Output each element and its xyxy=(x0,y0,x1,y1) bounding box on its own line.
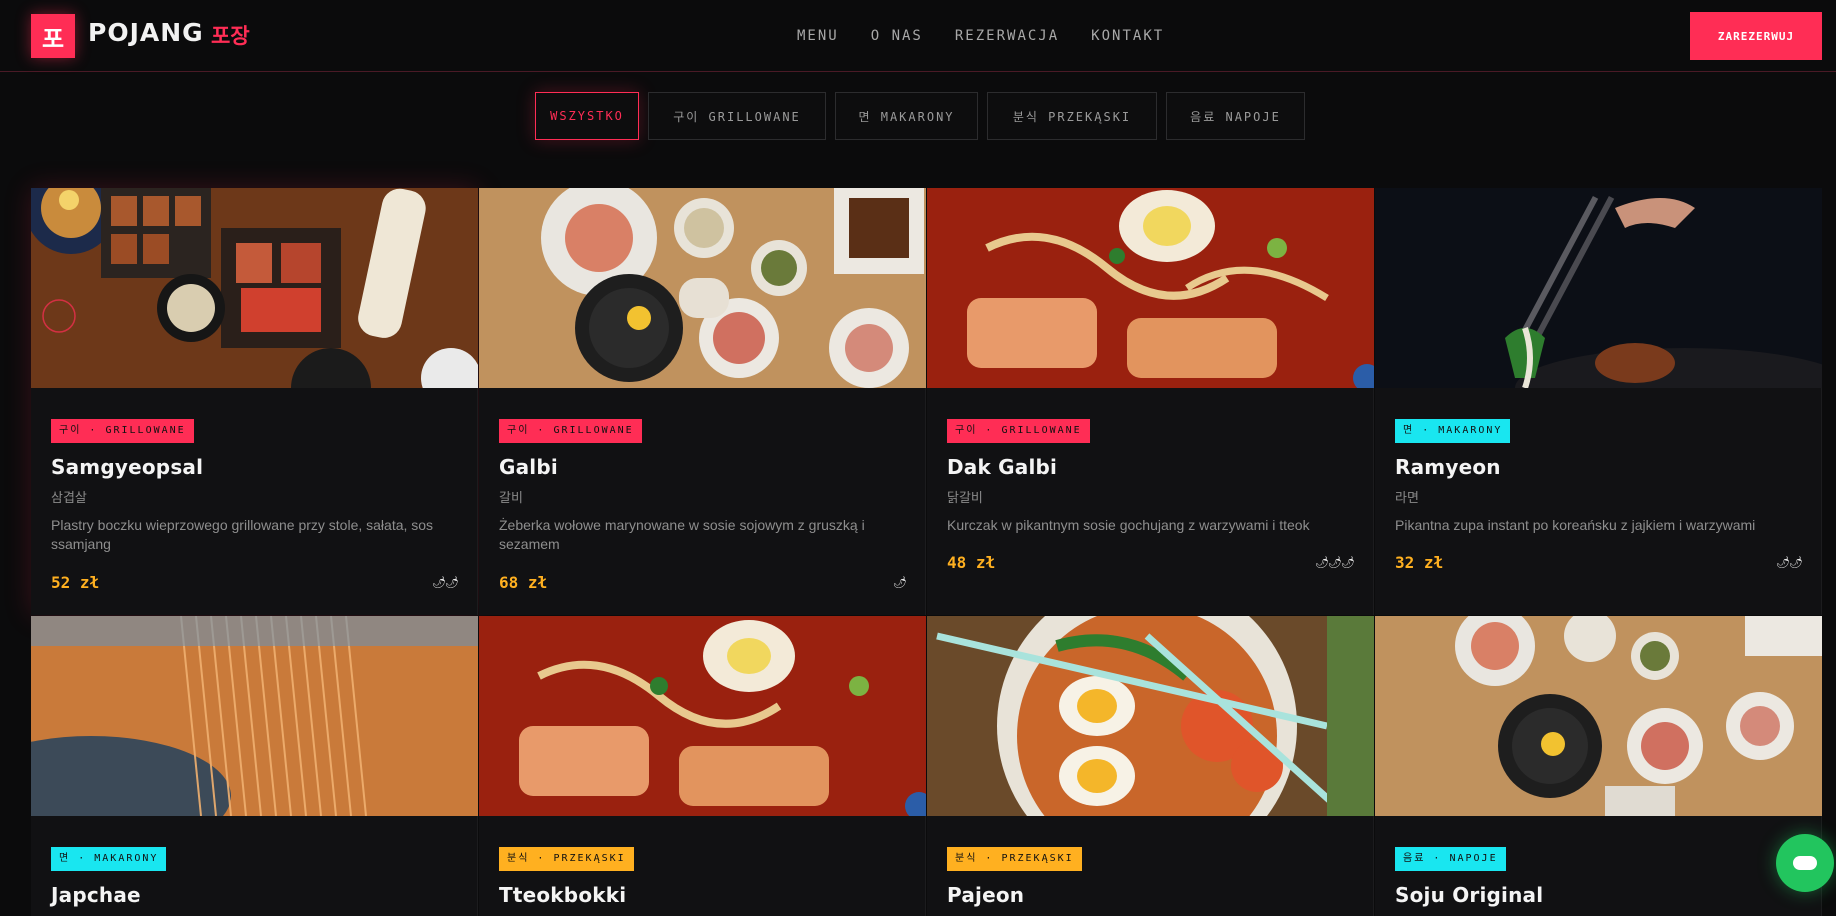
menu-card[interactable]: 구이 · GRILLOWANE Galbi 갈비 Żeberka wołowe … xyxy=(479,188,926,615)
category-tag: 분식 · PRZEKĄSKI xyxy=(947,847,1082,871)
dish-image xyxy=(31,188,478,388)
chat-icon xyxy=(1793,856,1817,870)
category-tag: 구이 · GRILLOWANE xyxy=(947,419,1090,443)
dish-image xyxy=(927,188,1374,388)
dish-name: Japchae xyxy=(51,883,141,907)
menu-card[interactable]: 면 · MAKARONY Ramyeon 라면 Pikantna zupa in… xyxy=(1375,188,1822,615)
dish-name: Soju Original xyxy=(1395,883,1544,907)
filter-noodles[interactable]: 면 MAKARONY xyxy=(835,92,978,140)
site-header: 포 POJANG 포장 MENU O NAS REZERWACJA KONTAK… xyxy=(0,0,1836,72)
filter-snacks[interactable]: 분식 PRZEKĄSKI xyxy=(987,92,1157,140)
dish-image xyxy=(1375,616,1822,816)
nav-menu[interactable]: MENU xyxy=(797,28,839,44)
filter-grill[interactable]: 구이 GRILLOWANE xyxy=(648,92,826,140)
dish-name-korean: 라면 xyxy=(1395,491,1419,506)
category-tag: 분식 · PRZEKĄSKI xyxy=(499,847,634,871)
category-filters: WSZYSTKO 구이 GRILLOWANE 면 MAKARONY 분식 PRZ… xyxy=(535,92,1305,140)
dish-price: 52 zł xyxy=(51,573,100,592)
dish-image xyxy=(479,616,926,816)
dish-price: 68 zł xyxy=(499,573,548,592)
dish-image xyxy=(479,188,926,388)
menu-card[interactable]: 구이 · GRILLOWANE Samgyeopsal 삼겹살 Plastry … xyxy=(31,188,478,615)
dish-name: Samgyeopsal xyxy=(51,455,204,479)
nav-contact[interactable]: KONTAKT xyxy=(1091,28,1164,44)
category-tag: 면 · MAKARONY xyxy=(51,847,167,871)
dish-price: 32 zł xyxy=(1395,553,1444,572)
menu-card[interactable]: 면 · MAKARONY Japchae xyxy=(31,616,478,916)
dish-name: Ramyeon xyxy=(1395,455,1501,479)
spice-level-icon: 🌶🌶 xyxy=(432,576,459,589)
dish-name: Galbi xyxy=(499,455,558,479)
dish-price: 48 zł xyxy=(947,553,996,572)
dish-description: Żeberka wołowe marynowane w sosie sojowy… xyxy=(499,517,865,552)
main-nav: MENU O NAS REZERWACJA KONTAKT xyxy=(797,28,1196,44)
spice-level-icon: 🌶 xyxy=(893,576,907,589)
category-tag: 구이 · GRILLOWANE xyxy=(51,419,194,443)
menu-card[interactable]: 구이 · GRILLOWANE Dak Galbi 닭갈비 Kurczak w … xyxy=(927,188,1374,615)
logo-mark[interactable]: 포 xyxy=(31,14,75,58)
dish-description: Plastry boczku wieprzowego grillowane pr… xyxy=(51,517,434,552)
dish-name: Tteokbokki xyxy=(499,883,627,907)
dish-name: Pajeon xyxy=(947,883,1025,907)
dish-name: Dak Galbi xyxy=(947,455,1058,479)
dish-description: Pikantna zupa instant po koreańsku z jaj… xyxy=(1395,517,1756,533)
brand-name[interactable]: POJANG xyxy=(88,18,204,47)
menu-card[interactable]: 분식 · PRZEKĄSKI Tteokbokki xyxy=(479,616,926,916)
dish-name-korean: 갈비 xyxy=(499,491,523,506)
nav-about[interactable]: O NAS xyxy=(871,28,923,44)
filter-all[interactable]: WSZYSTKO xyxy=(535,92,639,140)
category-tag: 구이 · GRILLOWANE xyxy=(499,419,642,443)
brand-name-korean: 포장 xyxy=(211,24,250,48)
dish-image xyxy=(31,616,478,816)
filter-drinks[interactable]: 음료 NAPOJE xyxy=(1166,92,1305,140)
dish-name-korean: 삼겹살 xyxy=(51,491,87,506)
chat-button[interactable] xyxy=(1776,834,1834,892)
spice-level-icon: 🌶🌶🌶 xyxy=(1315,556,1355,569)
category-tag: 면 · MAKARONY xyxy=(1395,419,1511,443)
dish-image xyxy=(1375,188,1822,388)
nav-reservation[interactable]: REZERWACJA xyxy=(955,28,1059,44)
menu-card[interactable]: 음료 · NAPOJE Soju Original xyxy=(1375,616,1822,916)
category-tag: 음료 · NAPOJE xyxy=(1395,847,1506,871)
menu-card[interactable]: 분식 · PRZEKĄSKI Pajeon xyxy=(927,616,1374,916)
dish-description: Kurczak w pikantnym sosie gochujang z wa… xyxy=(947,517,1310,533)
dish-image xyxy=(927,616,1374,816)
reserve-button[interactable]: ZAREZERWUJ xyxy=(1690,12,1822,60)
spice-level-icon: 🌶🌶 xyxy=(1776,556,1803,569)
dish-name-korean: 닭갈비 xyxy=(947,491,983,506)
